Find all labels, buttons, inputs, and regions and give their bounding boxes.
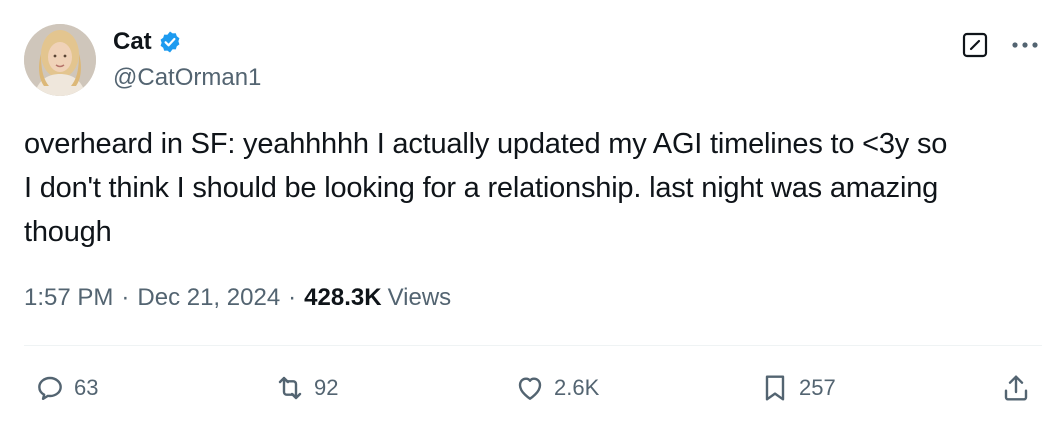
tweet-meta: 1:57 PM · Dec 21, 2024 · 428.3K Views [24,283,451,313]
tweet-date[interactable]: Dec 21, 2024 [137,283,280,313]
repost-icon [278,376,302,400]
bookmark-icon [765,375,785,401]
divider [24,345,1042,346]
top-actions [960,30,1040,60]
bookmark-button[interactable]: 257 [759,368,836,408]
like-heart-icon [518,377,542,400]
tweet-text: overheard in SF: yeahhhhh I actually upd… [24,128,948,248]
views-count[interactable]: 428.3K [304,283,381,313]
share-icon [1004,375,1028,401]
handle[interactable]: @CatOrman1 [113,64,261,92]
like-count: 2.6K [554,375,600,400]
bookmark-count: 257 [799,375,836,400]
display-name[interactable]: Cat [113,28,152,56]
more-dots-icon[interactable] [1010,30,1040,60]
views-label[interactable]: Views [388,283,452,313]
reply-icon [38,376,62,400]
reply-button[interactable]: 63 [34,368,98,408]
avatar[interactable] [24,24,96,96]
share-button[interactable] [1000,368,1032,408]
verified-badge-icon[interactable] [158,30,182,54]
repost-button[interactable]: 92 [274,368,338,408]
tweet-card: Cat @CatOrman1 overheard in SF: yeahhhhh… [0,0,1058,428]
meta-separator: · [288,284,297,311]
reply-count: 63 [74,375,99,400]
grok-icon[interactable] [960,30,990,60]
author-info: Cat @CatOrman1 [113,28,261,92]
tweet-time[interactable]: 1:57 PM [24,283,113,313]
action-bar: 63 92 2.6K 257 [24,368,1042,408]
meta-separator: · [121,284,130,311]
like-button[interactable]: 2.6K [514,368,599,408]
name-row: Cat [113,28,261,56]
repost-count: 92 [314,375,339,400]
